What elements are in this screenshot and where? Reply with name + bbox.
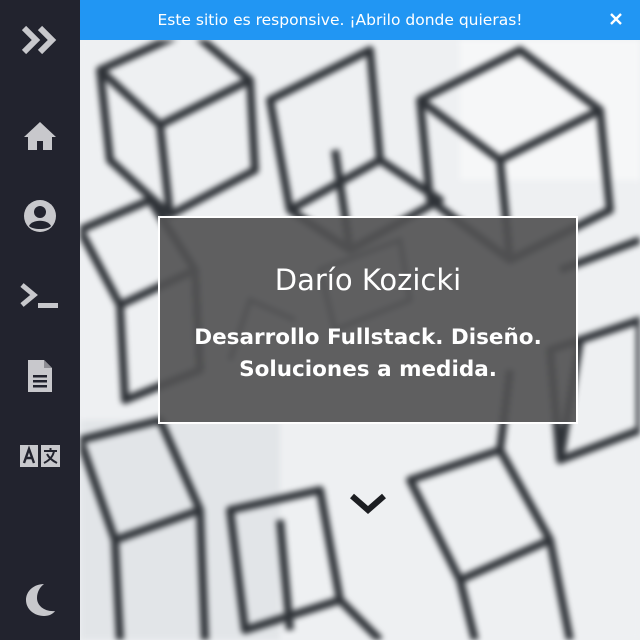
sidebar-item-home[interactable] [0, 106, 80, 166]
moon-icon [26, 584, 55, 616]
user-circle-icon [24, 200, 56, 232]
banner-close-button[interactable] [606, 9, 626, 29]
translate-icon [20, 445, 60, 467]
home-icon [24, 122, 56, 150]
expand-sidebar-button[interactable] [0, 10, 80, 70]
page-title: Darío Kozicki [274, 263, 462, 297]
sidebar-item-about[interactable] [0, 186, 80, 246]
close-icon [610, 13, 622, 25]
terminal-icon [20, 283, 58, 308]
sidebar [0, 0, 80, 640]
scroll-down-button[interactable] [348, 488, 388, 520]
banner-text: Este sitio es responsive. ¡Abrilo donde … [157, 11, 523, 29]
sidebar-item-projects[interactable] [0, 266, 80, 326]
sidebar-item-resume[interactable] [0, 346, 80, 406]
chevron-down-icon [350, 493, 386, 514]
double-chevron-right-icon [21, 25, 57, 55]
sidebar-item-language[interactable] [0, 426, 80, 486]
document-icon [28, 360, 52, 392]
responsive-banner: Este sitio es responsive. ¡Abrilo donde … [80, 0, 640, 40]
hero-tagline: Desarrollo Fullstack. Diseño. Soluciones… [194, 325, 542, 382]
intro-card: Darío Kozicki Desarrollo Fullstack. Dise… [158, 216, 578, 424]
dark-mode-toggle[interactable] [0, 570, 80, 630]
